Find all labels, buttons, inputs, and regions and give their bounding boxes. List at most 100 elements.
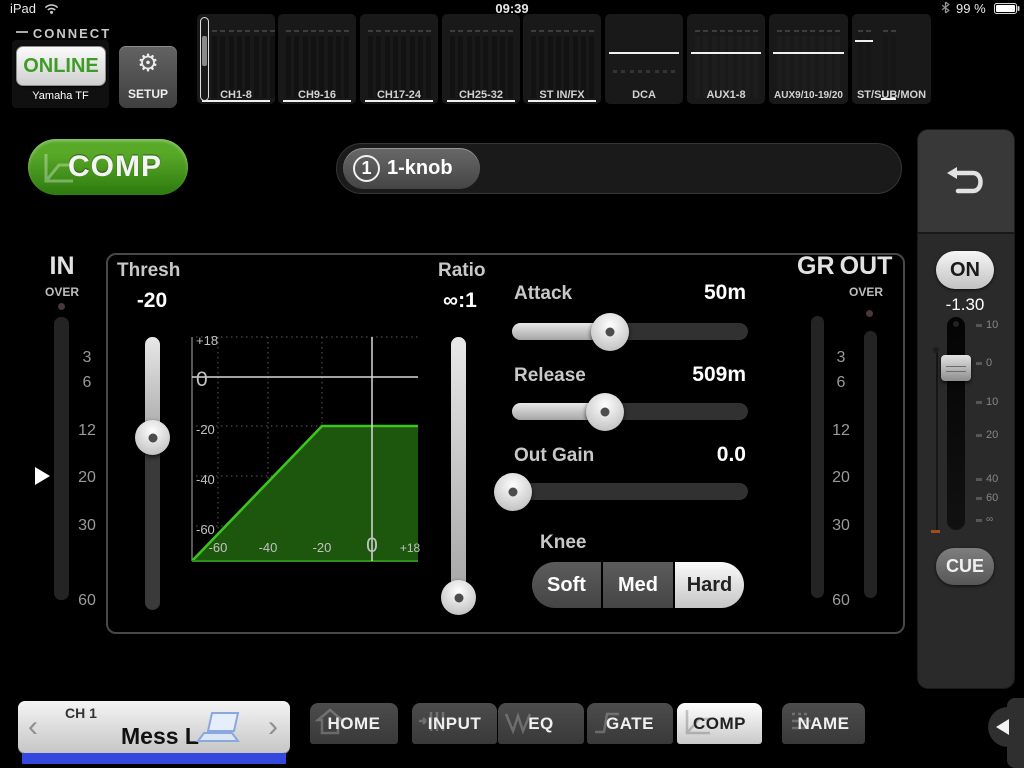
one-knob-label: 1-knob [387,157,453,180]
fader-min-marker [931,530,940,533]
fader-mini-track [936,351,938,531]
fader-scale-label: 20 [986,429,998,441]
meter-block-ch25-32[interactable]: CH25-32 [442,14,520,104]
on-button[interactable]: ON [936,251,994,289]
online-button[interactable]: ONLINE [16,46,106,86]
svg-text:-20: -20 [196,422,215,437]
meter-block-st-sub-mon[interactable]: ST/SUB/MON [852,14,931,104]
tab-comp[interactable]: COMP [677,703,762,744]
attack-slider-thumb[interactable] [591,313,629,351]
setup-button[interactable]: ⚙ SETUP [119,46,177,108]
meter-block-ch1-8[interactable]: CH1-8 [197,14,275,104]
release-label: Release [514,365,586,387]
ratio-slider-fill [451,337,466,597]
tab-eq[interactable]: EQ [498,703,584,744]
home-icon [315,706,346,737]
out-gain-slider-track[interactable] [512,483,748,500]
tab-gate[interactable]: GATE [587,703,673,744]
meter-block-label: CH25-32 [442,89,520,101]
svg-text:0: 0 [366,534,378,557]
svg-text:0: 0 [196,368,208,391]
meter-scale-label: 6 [828,374,854,392]
svg-text:+18: +18 [400,541,421,555]
attack-value: 50m [630,281,746,305]
input-icon [417,706,448,737]
out-over-led [866,310,873,317]
comp-title-button: COMP [28,139,188,195]
fader-tick [976,434,982,437]
meter-block-st-in-fx[interactable]: ST IN/FX [523,14,601,104]
fader-tick [976,497,982,500]
drawer-strip[interactable] [1007,698,1024,768]
fader-tick [976,362,982,365]
meter-scale-label: 20 [74,469,100,487]
fader-scale-label: 0 [986,357,992,369]
gear-icon: ⚙ [137,50,159,76]
laptop-icon [196,711,242,747]
out-label: OUT [839,252,893,281]
comp-curve-icon [40,150,76,186]
svg-text:-60: -60 [196,522,215,537]
thresh-label: Thresh [117,260,180,282]
tab-name[interactable]: NAME [782,703,865,744]
svg-text:-40: -40 [196,472,215,487]
meter-scale-label: 3 [828,349,854,367]
meter-block-ch17-24[interactable]: CH17-24 [360,14,438,104]
tab-home[interactable]: HOME [310,703,398,744]
fader-mini-dot [933,347,939,353]
release-value: 509m [630,363,746,387]
comp-graph: +180-20-40-60-60-40-200+18 [190,329,424,565]
knee-option-hard[interactable]: Hard [675,562,744,608]
svg-text:-60: -60 [209,540,228,555]
ratio-value: ∞:1 [428,289,492,313]
knee-label: Knee [540,532,586,554]
in-meter-bar [54,317,69,600]
tab-input[interactable]: INPUT [412,703,497,744]
meter-pointer-icon [35,467,50,485]
on-label: ON [950,259,980,282]
meter-scale-label: 30 [828,517,854,535]
knee-option-soft[interactable]: Soft [532,562,601,608]
gate-icon [592,706,623,737]
cue-button[interactable]: CUE [936,548,994,585]
fader-scale-label: 60 [986,492,998,504]
channel-select-button[interactable]: ‹ › CH 1 Mess L [18,701,290,753]
meter-scale-label: 30 [74,517,100,535]
meter-scale-label: 20 [828,469,854,487]
fader-cap[interactable] [941,355,971,381]
knee-option-med[interactable]: Med [603,562,673,608]
fader-scale-label: 10 [986,396,998,408]
channel-next-icon[interactable]: › [268,712,278,742]
meter-block-ch9-16[interactable]: CH9-16 [278,14,356,104]
in-over-label: OVER [40,285,84,299]
thresh-slider-thumb[interactable] [135,420,170,455]
back-button[interactable] [918,130,1014,232]
meter-block-aux1-8[interactable]: AUX1-8 [687,14,765,104]
meter-block-label: CH17-24 [360,89,438,101]
fader-scale-label: 40 [986,473,998,485]
fader-track-dot [953,321,959,327]
meter-block-aux9-10-19-20[interactable]: AUX9/10-19/20 [769,14,848,104]
thresh-value: -20 [120,289,184,313]
meter-block-label: DCA [605,89,683,101]
meter-scale-label: 12 [74,422,100,440]
channel-prev-icon[interactable]: ‹ [28,712,38,742]
fader-track[interactable] [947,317,965,530]
ratio-slider-thumb[interactable] [441,580,476,615]
meter-block-label: CH1-8 [197,89,275,101]
knee-segmented-control: SoftMedHard [532,562,744,608]
fader-value: -1.30 [925,295,1005,315]
one-knob-button[interactable]: 1 1-knob [343,148,480,189]
ratio-label: Ratio [438,260,486,282]
out-gain-slider-thumb[interactable] [494,473,532,511]
fader-tick [976,401,982,404]
meter-block-dca[interactable]: DCA [605,14,683,104]
svg-text:-40: -40 [259,540,278,555]
sidebar-divider [918,232,1014,234]
one-knob-badge: 1 [353,155,380,182]
eq-icon [503,706,534,737]
meter-block-label: ST IN/FX [523,89,601,101]
meter-scale-label: 6 [74,374,100,392]
release-slider-thumb[interactable] [586,393,624,431]
in-label: IN [40,252,84,281]
